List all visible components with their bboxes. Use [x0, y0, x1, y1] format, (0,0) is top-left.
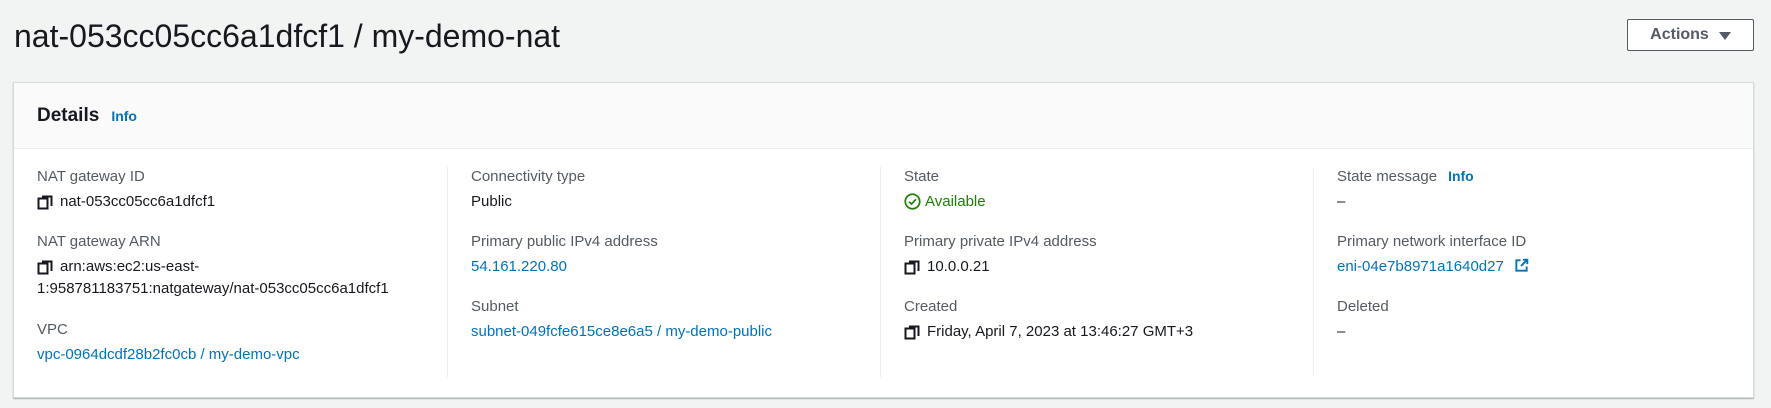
nat-gateway-id-label: NAT gateway ID — [37, 168, 145, 185]
state-message-label-row: State message Info — [1337, 167, 1746, 186]
details-column-1: NAT gateway ID nat-053cc05cc6a1dfcf1 NAT… — [14, 149, 447, 397]
actions-button[interactable]: Actions — [1627, 19, 1754, 51]
state-label: State — [904, 168, 940, 185]
connectivity-type-field: Connectivity type Public — [471, 167, 880, 212]
nat-gateway-id-value-row: nat-053cc05cc6a1dfcf1 — [37, 191, 447, 212]
actions-button-label: Actions — [1650, 26, 1709, 43]
deleted-value: – — [1337, 323, 1346, 340]
deleted-label: Deleted — [1337, 298, 1389, 315]
state-message-label: State message — [1337, 168, 1438, 185]
primary-private-ipv4-field: Primary private IPv4 address 10.0.0.21 — [904, 232, 1313, 277]
details-title: Details — [37, 104, 100, 126]
details-column-3: State Available Primary private IPv4 add… — [880, 167, 1313, 377]
copy-icon[interactable] — [904, 324, 920, 340]
created-value: Friday, April 7, 2023 at 13:46:27 GMT+3 — [927, 323, 1194, 340]
deleted-field: Deleted – — [1337, 297, 1746, 342]
nat-gateway-arn-line2: 1:958781183751:natgateway/nat-053cc05cc6… — [37, 280, 389, 297]
state-message-field: State message Info – — [1337, 167, 1746, 212]
primary-network-interface-value: eni-04e7b8971a1640d27 — [1337, 258, 1504, 275]
primary-private-ipv4-value-row: 10.0.0.21 — [904, 256, 1313, 277]
state-value: Available — [904, 191, 1313, 212]
state-text: Available — [925, 193, 986, 210]
connectivity-type-value: Public — [471, 193, 512, 210]
primary-network-interface-link[interactable]: eni-04e7b8971a1640d27 — [1337, 258, 1529, 275]
nat-gateway-arn-line1: arn:aws:ec2:us-east- — [60, 258, 200, 275]
created-value-row: Friday, April 7, 2023 at 13:46:27 GMT+3 — [904, 321, 1313, 342]
vpc-label: VPC — [37, 321, 68, 338]
primary-network-interface-field: Primary network interface ID eni-04e7b89… — [1337, 232, 1746, 277]
copy-icon[interactable] — [37, 194, 53, 210]
details-column-4: State message Info – Primary network int… — [1313, 167, 1746, 377]
created-label: Created — [904, 298, 958, 315]
primary-public-ipv4-link[interactable]: 54.161.220.80 — [471, 258, 567, 275]
details-info-link[interactable]: Info — [111, 108, 137, 124]
caret-down-icon — [1718, 32, 1731, 40]
details-header: Details Info — [14, 83, 1753, 149]
created-field: Created Friday, April 7, 2023 at 13:46:2… — [904, 297, 1313, 342]
connectivity-type-label: Connectivity type — [471, 168, 586, 185]
nat-gateway-arn-label: NAT gateway ARN — [37, 233, 161, 250]
copy-icon[interactable] — [37, 259, 53, 275]
vpc-field: VPC vpc-0964dcdf28b2fc0cb / my-demo-vpc — [37, 320, 447, 365]
primary-public-ipv4-field: Primary public IPv4 address 54.161.220.8… — [471, 232, 880, 277]
copy-icon[interactable] — [904, 259, 920, 275]
nat-gateway-arn-field: NAT gateway ARN arn:aws:ec2:us-east- 1:9… — [37, 232, 447, 300]
details-panel: Details Info NAT gateway ID nat-053cc05c… — [13, 82, 1754, 398]
primary-private-ipv4-value: 10.0.0.21 — [927, 258, 990, 275]
subnet-label: Subnet — [471, 298, 519, 315]
primary-network-interface-label: Primary network interface ID — [1337, 233, 1527, 250]
details-columns: NAT gateway ID nat-053cc05cc6a1dfcf1 NAT… — [14, 149, 1753, 397]
nat-gateway-id-field: NAT gateway ID nat-053cc05cc6a1dfcf1 — [37, 167, 447, 212]
primary-private-ipv4-label: Primary private IPv4 address — [904, 233, 1097, 250]
subnet-link[interactable]: subnet-049fcfe615ce8e6a5 / my-demo-publi… — [471, 323, 772, 340]
external-link-icon — [1515, 258, 1529, 272]
nat-gateway-id-value: nat-053cc05cc6a1dfcf1 — [60, 193, 216, 210]
details-column-2: Connectivity type Public Primary public … — [447, 167, 880, 377]
state-message-info-link[interactable]: Info — [1448, 167, 1474, 186]
primary-public-ipv4-label: Primary public IPv4 address — [471, 233, 658, 250]
state-message-value: – — [1337, 193, 1346, 210]
status-check-icon — [904, 193, 921, 210]
page-title: nat-053cc05cc6a1dfcf1 / my-demo-nat — [14, 18, 561, 54]
subnet-field: Subnet subnet-049fcfe615ce8e6a5 / my-dem… — [471, 297, 880, 342]
state-field: State Available — [904, 167, 1313, 212]
vpc-link[interactable]: vpc-0964dcdf28b2fc0cb / my-demo-vpc — [37, 346, 300, 363]
nat-gateway-arn-value: arn:aws:ec2:us-east- 1:958781183751:natg… — [37, 256, 447, 300]
